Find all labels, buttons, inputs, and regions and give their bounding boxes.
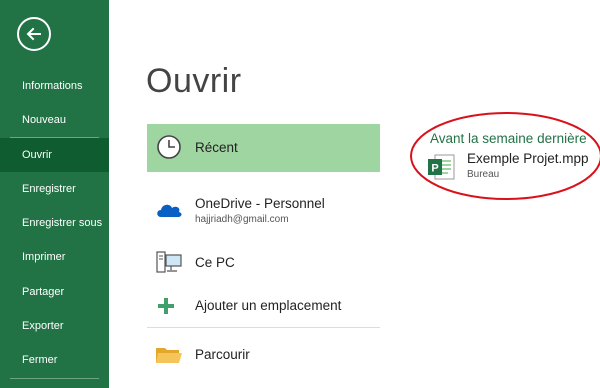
computer-icon [155, 250, 183, 281]
back-arrow-icon [26, 27, 41, 41]
nav-enregistrer-sous[interactable]: Enregistrer sous [0, 206, 109, 240]
place-onedrive[interactable]: OneDrive - Personnel hajjriadh@gmail.com [147, 190, 380, 232]
folder-icon [155, 344, 183, 371]
place-this-pc-label: Ce PC [195, 255, 235, 270]
project-file-icon: P [426, 152, 456, 187]
recent-file-item[interactable]: P Exemple Projet.mpp Bureau [424, 148, 594, 184]
place-recent[interactable]: Récent [147, 124, 380, 172]
nav-nouveau[interactable]: Nouveau [0, 103, 109, 137]
place-browse-label: Parcourir [195, 347, 250, 362]
place-this-pc[interactable]: Ce PC [147, 246, 380, 278]
recent-file-name: Exemple Projet.mpp [467, 151, 589, 166]
svg-text:P: P [431, 163, 438, 175]
nav-partager[interactable]: Partager [0, 275, 109, 309]
place-recent-label: Récent [195, 140, 238, 155]
backstage-sidebar: Informations Nouveau Ouvrir Enregistrer … [0, 0, 109, 388]
nav-imprimer[interactable]: Imprimer [0, 240, 109, 274]
nav-informations[interactable]: Informations [0, 69, 109, 103]
place-add-location[interactable]: Ajouter un emplacement [147, 290, 380, 320]
nav-exporter[interactable]: Exporter [0, 309, 109, 343]
nav-divider [10, 378, 99, 379]
recent-group-label: Avant la semaine dernière [430, 131, 587, 146]
place-add-location-label: Ajouter un emplacement [195, 298, 342, 313]
nav-divider [10, 137, 99, 138]
page-title: Ouvrir [146, 62, 242, 100]
places-divider [147, 327, 380, 328]
place-onedrive-email: hajjriadh@gmail.com [195, 214, 289, 225]
recent-file-location: Bureau [467, 169, 500, 180]
nav-ouvrir[interactable]: Ouvrir [0, 138, 109, 172]
plus-icon [155, 296, 177, 321]
nav-fermer[interactable]: Fermer [0, 343, 109, 377]
back-button[interactable] [17, 17, 51, 51]
place-onedrive-label: OneDrive - Personnel [195, 196, 325, 211]
place-browse[interactable]: Parcourir [147, 340, 380, 370]
cloud-icon [155, 200, 183, 225]
nav-enregistrer[interactable]: Enregistrer [0, 172, 109, 206]
clock-icon [155, 133, 183, 166]
